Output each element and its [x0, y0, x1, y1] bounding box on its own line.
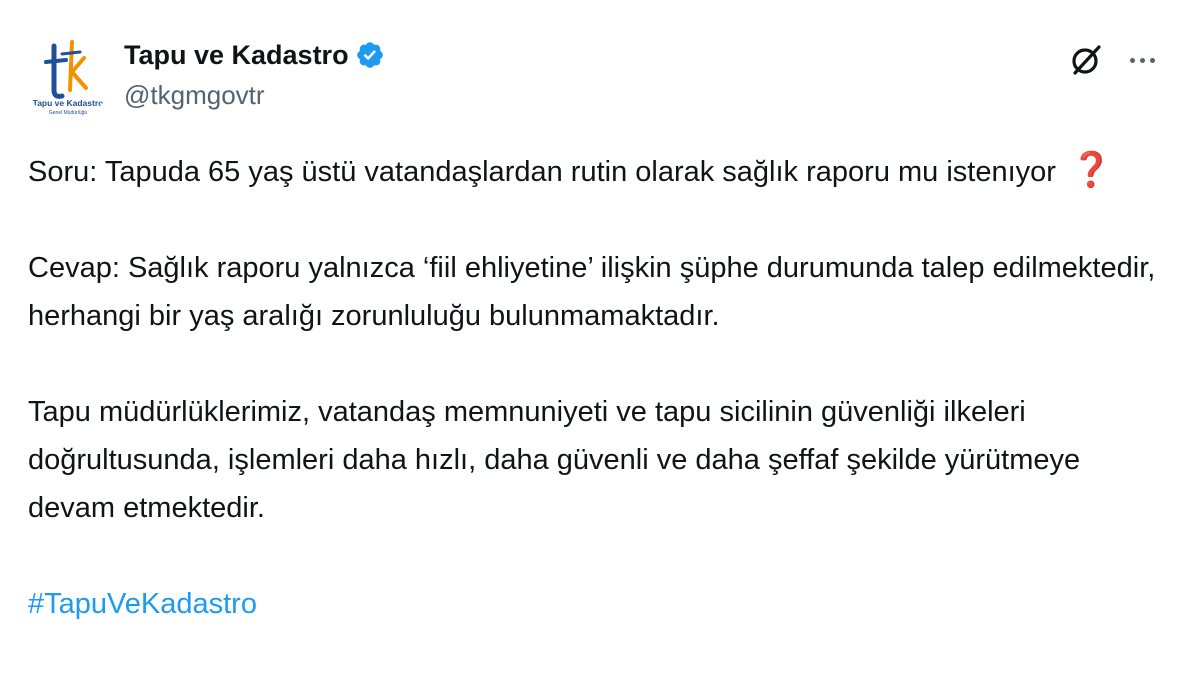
more-options-icon[interactable] — [1122, 42, 1162, 78]
handle[interactable]: @tkgmgovtr — [124, 80, 385, 111]
hashtag-link[interactable]: #TapuVeKadastro — [28, 588, 257, 620]
answer-paragraph: Cevap: Sağlık raporu yalnızca ‘fiil ehli… — [28, 252, 1156, 332]
display-name-row: Tapu ve Kadastro — [124, 38, 385, 72]
verified-badge-icon[interactable] — [355, 40, 385, 70]
statement-paragraph: Tapu müdürlüklerimiz, vatandaş memnuniye… — [28, 396, 1081, 524]
logo-subtext: Genel Müdürlüğü — [49, 110, 88, 116]
author-info: Tapu ve Kadastro @tkgmgovtr — [124, 38, 385, 111]
avatar[interactable]: Tapu ve Kadastro Genel Müdürlüğü — [24, 32, 112, 120]
question-paragraph: Soru: Tapuda 65 yaş üstü vatandaşlardan … — [28, 146, 1168, 196]
hashtag-paragraph: #TapuVeKadastro — [28, 580, 1168, 628]
logo-text: Tapu ve Kadastro — [33, 98, 104, 108]
question-mark-icon: ❓ — [1069, 151, 1113, 189]
tweet-text: Soru: Tapuda 65 yaş üstü vatandaşlardan … — [28, 146, 1168, 628]
grok-icon[interactable] — [1068, 42, 1104, 78]
display-name[interactable]: Tapu ve Kadastro — [124, 40, 349, 71]
tweet-card: Tapu ve Kadastro Genel Müdürlüğü Tapu ve… — [0, 0, 1188, 686]
question-text: Soru: Tapuda 65 yaş üstü vatandaşlardan … — [28, 156, 1056, 188]
tkgm-logo-icon: Tapu ve Kadastro Genel Müdürlüğü — [33, 40, 104, 116]
